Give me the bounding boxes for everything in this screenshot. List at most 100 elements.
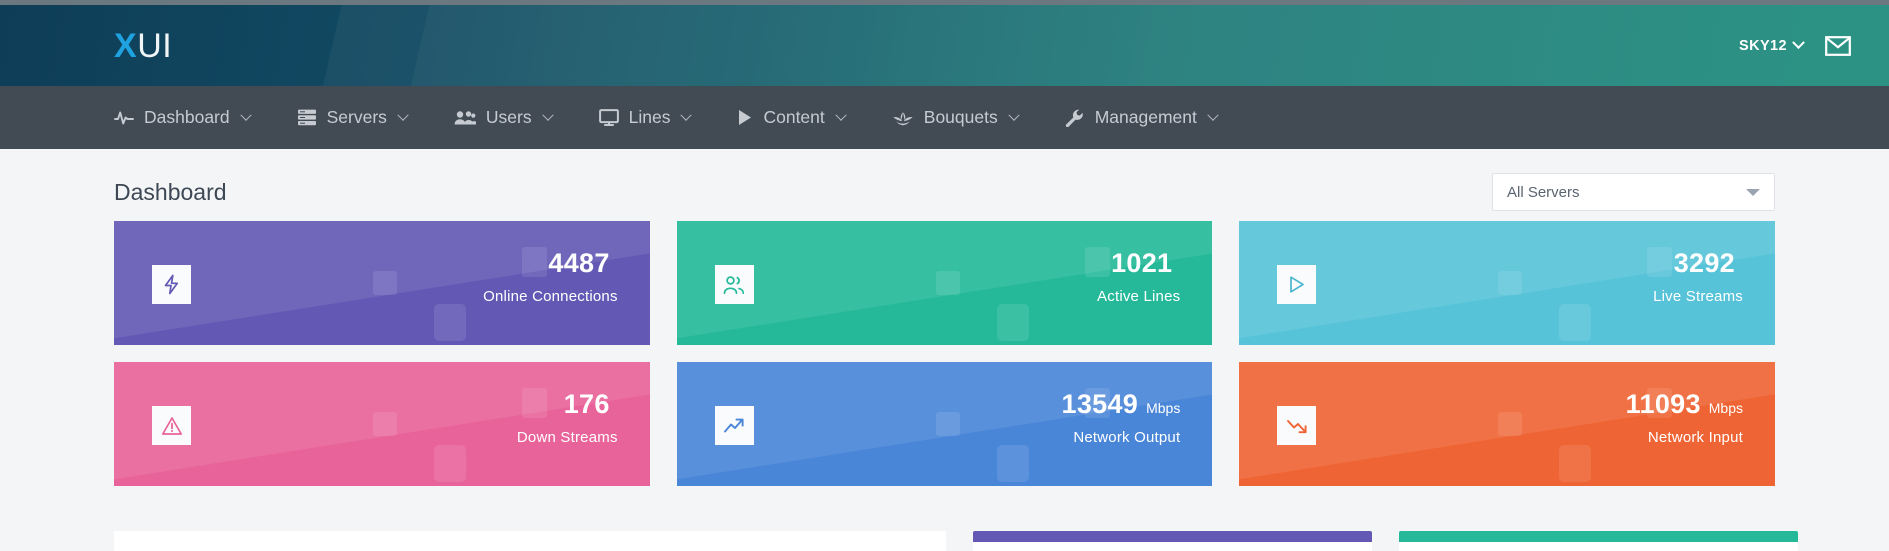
stat-value: 3292: [1673, 248, 1735, 278]
stat-value-row: 176: [517, 388, 618, 420]
nav-item-label: Lines: [628, 107, 671, 127]
nav-item-content[interactable]: Content: [737, 107, 847, 128]
nav-item-dashboard[interactable]: Dashboard: [114, 107, 252, 128]
card-decoration-square-2: [996, 304, 1029, 341]
bottom-panel-middle[interactable]: [973, 531, 1372, 551]
chevron-down-icon: [835, 109, 847, 121]
stat-value: 13549: [1061, 389, 1139, 419]
nav-item-bouquets[interactable]: Bouquets: [892, 107, 1020, 128]
user-menu-label: SKY12: [1739, 37, 1787, 54]
stat-card-text: 3292 Live Streams: [1653, 247, 1743, 305]
card-decoration-square-1: [1498, 412, 1523, 436]
server-filter-value: All Servers: [1507, 183, 1580, 201]
stat-cards-grid: 4487 Online Connections 1021 Active Line…: [114, 221, 1775, 486]
stat-label: Live Streams: [1653, 288, 1743, 306]
bottom-panel-left[interactable]: [114, 531, 946, 551]
page-header-row: Dashboard All Servers: [114, 149, 1775, 221]
bottom-panel-right[interactable]: [1399, 531, 1798, 551]
stat-label: Online Connections: [483, 288, 618, 306]
card-decoration-square-2: [434, 304, 466, 341]
stat-value: 4487: [548, 248, 610, 278]
bottom-panel-right-accent: [1399, 531, 1798, 542]
header-sheen-decoration-2: [402, 5, 1889, 86]
stat-label: Active Lines: [1097, 288, 1181, 306]
card-decoration-square-2: [1559, 445, 1592, 482]
trend-down-icon: [1277, 406, 1317, 445]
stat-unit: Mbps: [1146, 400, 1181, 416]
user-menu-button[interactable]: SKY12: [1739, 36, 1805, 54]
envelope-icon[interactable]: [1825, 35, 1851, 56]
nav-item-label: Servers: [326, 107, 387, 127]
nav-item-label: Bouquets: [923, 107, 998, 127]
bottom-panel-middle-accent: [973, 531, 1372, 542]
card-decoration-square-1: [373, 412, 397, 436]
stat-card-text: 13549 Mbps Network Output: [1062, 388, 1181, 446]
app-header: XUI SKY12: [0, 5, 1889, 86]
bolt-icon: [152, 265, 191, 304]
bottom-panels-row: [114, 531, 1798, 551]
nav-item-servers[interactable]: Servers: [297, 107, 409, 128]
stat-card-network-input[interactable]: 11093 Mbps Network Input: [1239, 362, 1775, 486]
card-decoration-square-2: [1559, 304, 1592, 341]
play-icon: [737, 109, 753, 126]
brand-logo-ui: UI: [137, 26, 173, 65]
stat-label: Network Output: [1073, 429, 1181, 447]
card-decoration-square-1: [935, 412, 960, 436]
users-icon: [454, 110, 476, 126]
chevron-down-icon: [239, 109, 252, 121]
stat-card-network-output[interactable]: 13549 Mbps Network Output: [676, 362, 1213, 486]
stat-card-online-connections[interactable]: 4487 Online Connections: [114, 221, 650, 345]
pulse-icon: [114, 110, 134, 126]
nav-item-lines[interactable]: Lines: [598, 107, 693, 128]
stat-card-text: 4487 Online Connections: [483, 247, 618, 305]
chevron-down-icon: [1008, 109, 1020, 121]
bottom-panel-left-top: [114, 531, 946, 542]
chevron-down-icon: [680, 109, 693, 121]
stat-value: 11093: [1625, 389, 1701, 419]
nav-item-label: Dashboard: [144, 107, 230, 127]
brand-logo[interactable]: XUI: [114, 29, 172, 63]
stat-card-live-streams[interactable]: 3292 Live Streams: [1239, 221, 1775, 345]
play-triangle-icon: [1277, 265, 1317, 304]
header-right-actions: SKY12: [1739, 5, 1851, 86]
monitor-icon: [598, 109, 619, 126]
stat-value-row: 13549 Mbps: [1062, 388, 1181, 420]
stat-label: Down Streams: [516, 429, 618, 447]
stat-value: 1021: [1111, 248, 1173, 278]
stat-value-row: 1021: [1097, 247, 1180, 279]
stat-value-row: 4487: [483, 247, 618, 279]
stat-value-row: 11093 Mbps: [1626, 388, 1743, 420]
nav-item-management[interactable]: Management: [1065, 107, 1219, 128]
chevron-down-icon: [1792, 36, 1805, 50]
stat-card-down-streams[interactable]: 176 Down Streams: [114, 362, 650, 486]
chevron-down-icon: [541, 109, 554, 121]
header-sheen-decoration: [313, 5, 1889, 86]
warning-triangle-icon: [152, 406, 191, 445]
caret-down-icon: [1746, 188, 1760, 196]
card-decoration-square-2: [996, 445, 1029, 482]
nav-item-users[interactable]: Users: [454, 107, 554, 128]
page-title: Dashboard: [114, 178, 227, 205]
stat-value-row: 3292: [1653, 247, 1743, 279]
card-decoration-square-1: [935, 271, 960, 295]
trend-up-icon: [714, 406, 754, 445]
stat-label: Network Input: [1647, 429, 1743, 447]
card-decoration-square-1: [373, 271, 397, 295]
chevron-down-icon: [397, 109, 409, 121]
stat-card-active-lines[interactable]: 1021 Active Lines: [676, 221, 1213, 345]
stat-card-text: 11093 Mbps Network Input: [1626, 388, 1743, 446]
main-navigation: Dashboard Servers Users Lines Content Bo…: [0, 86, 1889, 162]
stat-card-text: 176 Down Streams: [517, 388, 618, 446]
server-filter-select[interactable]: All Servers: [1492, 173, 1775, 211]
nav-item-label: Content: [763, 107, 825, 127]
brand-logo-x: X: [114, 26, 138, 65]
nav-item-label: Management: [1094, 107, 1197, 127]
stat-value: 176: [563, 389, 610, 419]
card-decoration-square-1: [1498, 271, 1523, 295]
wrench-icon: [1065, 108, 1085, 127]
card-decoration-square-2: [434, 445, 466, 482]
stat-card-text: 1021 Active Lines: [1097, 247, 1180, 305]
chevron-down-icon: [1207, 109, 1219, 121]
page-content: Dashboard All Servers 4487 Online Connec…: [0, 149, 1889, 551]
flower-icon: [892, 110, 914, 126]
